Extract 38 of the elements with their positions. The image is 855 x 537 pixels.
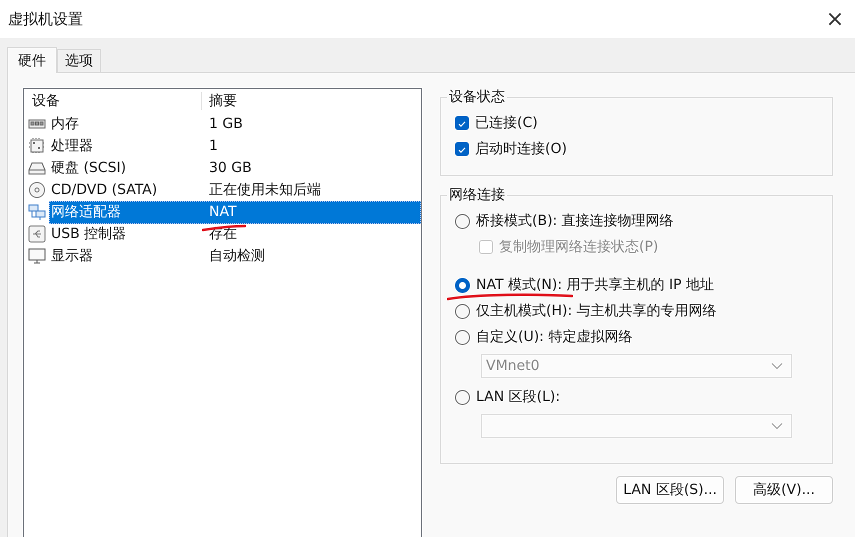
list-row[interactable]: 硬盘 (SCSI) 30 GB bbox=[49, 156, 421, 180]
usb-icon bbox=[28, 225, 46, 243]
option-label: 已连接(C) bbox=[475, 114, 538, 132]
list-row[interactable]: 处理器 1 bbox=[49, 134, 421, 158]
window-title: 虚拟机设置 bbox=[8, 10, 83, 28]
option-label: 桥接模式(B): 直接连接物理网络 bbox=[476, 212, 674, 230]
chip-icon bbox=[28, 137, 46, 155]
dialog-button[interactable]: LAN 区段(S)... bbox=[616, 476, 724, 504]
monitor-icon bbox=[28, 247, 46, 265]
list-row[interactable]: 网络适配器 NAT bbox=[49, 200, 421, 224]
list-row[interactable]: CD/DVD (SATA) 正在使用未知后端 bbox=[49, 178, 421, 202]
checkbox[interactable] bbox=[455, 142, 469, 156]
radio-button[interactable] bbox=[455, 214, 470, 228]
caret-icon bbox=[771, 422, 783, 430]
option-label: NAT 模式(N): 用于共享主机的 IP 地址 bbox=[476, 276, 714, 294]
checkbox[interactable] bbox=[455, 116, 469, 130]
option-label: 自定义(U): 特定虚拟网络 bbox=[476, 328, 632, 346]
option-label: 启动时连接(O) bbox=[475, 140, 567, 158]
close-button[interactable]: × bbox=[815, 0, 855, 38]
group-title: 网络连接 bbox=[448, 186, 506, 204]
column-header[interactable]: 设备 bbox=[24, 92, 202, 110]
list-row[interactable]: 内存 1 GB bbox=[49, 112, 421, 136]
option-label: 仅主机模式(H): 与主机共享的专用网络 bbox=[476, 302, 717, 320]
group-title: 设备状态 bbox=[448, 88, 506, 106]
tab[interactable]: 硬件 bbox=[7, 47, 57, 73]
disc-icon bbox=[28, 181, 46, 199]
option-label: LAN 区段(L): bbox=[476, 388, 560, 406]
radio-button[interactable] bbox=[455, 330, 470, 344]
radio-button[interactable] bbox=[455, 278, 470, 292]
option-label: 复制物理网络连接状态(P) bbox=[499, 238, 658, 256]
caret-icon bbox=[771, 362, 783, 370]
radio-button[interactable] bbox=[455, 390, 470, 404]
radio-button[interactable] bbox=[455, 304, 470, 318]
tab[interactable]: 选项 bbox=[57, 49, 101, 72]
network-icon bbox=[28, 203, 46, 221]
column-header[interactable]: 摘要 bbox=[202, 92, 237, 110]
list-row[interactable]: 显示器 自动检测 bbox=[49, 244, 421, 268]
dialog-button[interactable]: 高级(V)... bbox=[735, 476, 833, 504]
